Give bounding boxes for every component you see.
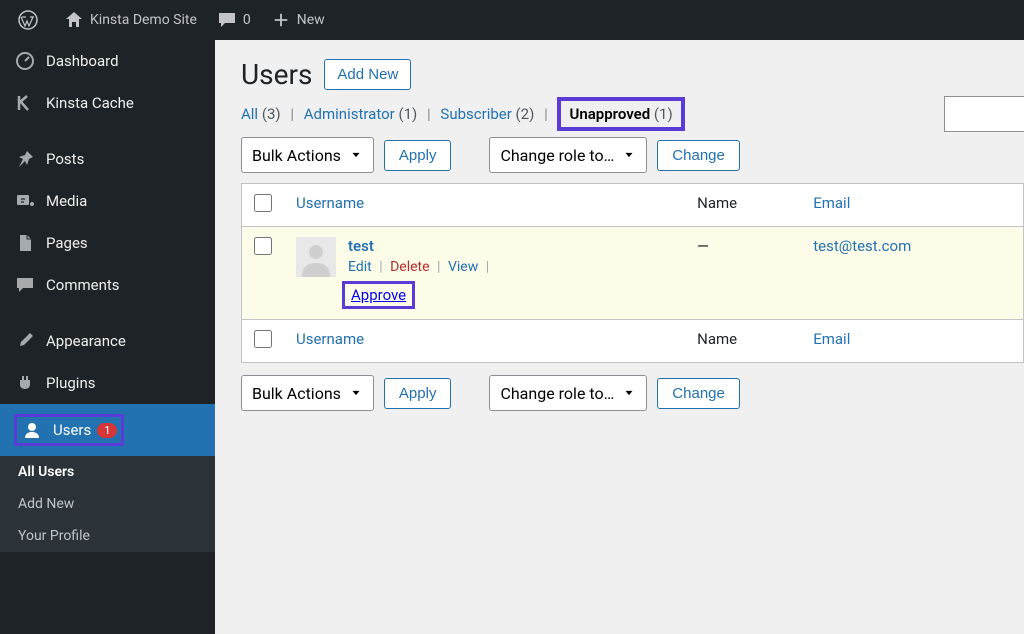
bulk-actions-select-bottom[interactable]: Bulk Actions: [241, 375, 374, 411]
row-actions: Edit | Delete | View |: [348, 259, 493, 275]
chevron-down-icon: [622, 148, 636, 162]
chevron-down-icon: [349, 148, 363, 162]
submenu-add-new[interactable]: Add New: [0, 488, 215, 520]
select-all-checkbox[interactable]: [254, 194, 272, 212]
delete-link[interactable]: Delete: [390, 259, 429, 275]
filter-unapproved-label: Unapproved: [569, 105, 650, 123]
row-email[interactable]: test@test.com: [813, 237, 911, 255]
avatar: [296, 237, 336, 277]
admin-bar: Kinsta Demo Site 0 New: [0, 0, 1024, 40]
sidebar-item-label: Posts: [46, 150, 84, 168]
plugin-icon: [14, 372, 36, 394]
apply-button[interactable]: Apply: [384, 140, 452, 171]
bulk-actions-top: Bulk Actions Apply Change role to… Chang…: [241, 137, 1024, 173]
filter-unapproved-highlight[interactable]: Unapproved (1): [557, 97, 684, 131]
col-name: Name: [685, 184, 801, 227]
filter-admin-count: (1): [398, 105, 417, 123]
col-email-foot[interactable]: Email: [801, 320, 1023, 363]
sidebar-item-appearance[interactable]: Appearance: [0, 320, 215, 362]
filter-all-count: (3): [262, 105, 281, 123]
sidebar-item-label: Comments: [46, 276, 120, 294]
page-title: Users: [241, 58, 312, 91]
filter-sub-count: (2): [516, 105, 535, 123]
site-home-link[interactable]: Kinsta Demo Site: [54, 0, 207, 40]
row-checkbox[interactable]: [254, 237, 272, 255]
col-email[interactable]: Email: [801, 184, 1023, 227]
comment-count: 0: [243, 12, 251, 28]
sidebar-item-label: Users: [53, 421, 91, 439]
comment-icon: [217, 10, 237, 30]
wp-logo[interactable]: [8, 0, 54, 40]
filter-subscriber[interactable]: Subscriber: [440, 105, 511, 123]
table-footer-row: Username Name Email: [242, 320, 1024, 363]
users-highlight: Users 1: [14, 414, 124, 446]
bulk-actions-select[interactable]: Bulk Actions: [241, 137, 374, 173]
admin-sidebar: Dashboard Kinsta Cache Posts Media Pages…: [0, 40, 215, 634]
col-username-foot[interactable]: Username: [284, 320, 685, 363]
table-header-row: Username Name Email: [242, 184, 1024, 227]
chevron-down-icon: [349, 386, 363, 400]
new-label: New: [297, 12, 325, 28]
page-icon: [14, 232, 36, 254]
filter-all[interactable]: All: [241, 105, 258, 123]
filter-administrator[interactable]: Administrator: [304, 105, 395, 123]
users-badge: 1: [97, 423, 117, 438]
plus-icon: [271, 10, 291, 30]
page-header: Users Add New: [241, 58, 1024, 91]
col-username[interactable]: Username: [284, 184, 685, 227]
sidebar-item-plugins[interactable]: Plugins: [0, 362, 215, 404]
sidebar-item-kinsta-cache[interactable]: Kinsta Cache: [0, 82, 215, 124]
users-table: Username Name Email test Edit: [241, 183, 1024, 363]
submenu-your-profile[interactable]: Your Profile: [0, 520, 215, 552]
pin-icon: [14, 148, 36, 170]
table-row: test Edit | Delete | View | Approve: [242, 227, 1024, 320]
user-icon: [21, 419, 43, 441]
select-all-checkbox-bottom[interactable]: [254, 330, 272, 348]
sidebar-item-dashboard[interactable]: Dashboard: [0, 40, 215, 82]
row-name: —: [685, 227, 801, 320]
bulk-actions-bottom: Bulk Actions Apply Change role to… Chang…: [241, 375, 1024, 411]
username-link[interactable]: test: [348, 237, 374, 255]
chevron-down-icon: [622, 386, 636, 400]
site-title: Kinsta Demo Site: [90, 12, 197, 28]
kinsta-icon: [14, 92, 36, 114]
apply-button-bottom[interactable]: Apply: [384, 378, 452, 409]
approve-link[interactable]: Approve: [351, 286, 406, 304]
approve-highlight: Approve: [342, 281, 415, 309]
comments-link[interactable]: 0: [207, 0, 261, 40]
sidebar-item-media[interactable]: Media: [0, 180, 215, 222]
search-input[interactable]: [944, 96, 1024, 132]
sidebar-item-label: Media: [46, 192, 87, 210]
edit-link[interactable]: Edit: [348, 259, 372, 275]
new-content-link[interactable]: New: [261, 0, 335, 40]
main-content: Users Add New All (3) | Administrator (1…: [215, 40, 1024, 439]
sidebar-item-label: Appearance: [46, 332, 126, 350]
users-submenu: All Users Add New Your Profile: [0, 456, 215, 552]
sidebar-item-label: Plugins: [46, 374, 95, 392]
sidebar-item-pages[interactable]: Pages: [0, 222, 215, 264]
sidebar-item-label: Dashboard: [46, 52, 119, 70]
sidebar-item-label: Kinsta Cache: [46, 94, 134, 112]
submenu-all-users[interactable]: All Users: [0, 456, 215, 488]
comment-icon: [14, 274, 36, 296]
filter-links: All (3) | Administrator (1) | Subscriber…: [241, 105, 1024, 123]
dashboard-icon: [14, 50, 36, 72]
wordpress-icon: [18, 10, 38, 30]
add-new-button[interactable]: Add New: [324, 59, 411, 90]
change-role-select-bottom[interactable]: Change role to…: [489, 375, 647, 411]
col-name-foot: Name: [685, 320, 801, 363]
sidebar-item-label: Pages: [46, 234, 88, 252]
sidebar-item-posts[interactable]: Posts: [0, 138, 215, 180]
home-icon: [64, 10, 84, 30]
media-icon: [14, 190, 36, 212]
sidebar-item-users[interactable]: Users 1: [0, 404, 215, 456]
change-role-select[interactable]: Change role to…: [489, 137, 647, 173]
change-button-bottom[interactable]: Change: [657, 378, 740, 409]
sidebar-item-comments[interactable]: Comments: [0, 264, 215, 306]
change-button[interactable]: Change: [657, 140, 740, 171]
brush-icon: [14, 330, 36, 352]
filter-unapproved-count: (1): [654, 105, 673, 123]
search-box: [944, 96, 1024, 132]
view-link[interactable]: View: [448, 259, 478, 275]
